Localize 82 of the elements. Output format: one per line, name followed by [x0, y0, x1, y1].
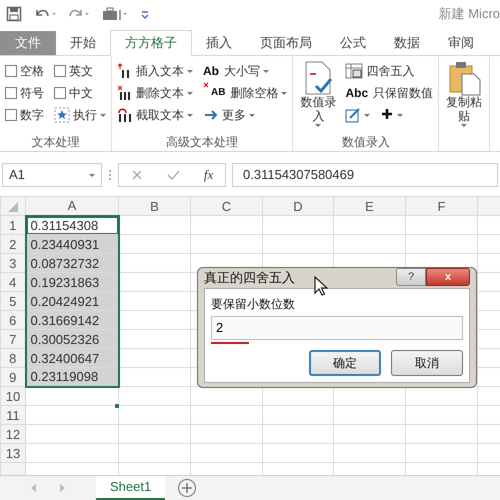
dropdown-button[interactable]: 更多 — [201, 104, 290, 126]
table-cell[interactable]: 0.32400647 — [26, 348, 118, 368]
ribbon-tab[interactable]: 审阅 — [434, 31, 488, 55]
row-header[interactable]: 11 — [0, 406, 26, 424]
table-cell[interactable]: 0.30052326 — [26, 330, 118, 348]
dropdown-button[interactable]: 删除文本 — [115, 82, 195, 104]
table-cell[interactable]: 0.08732732 — [26, 254, 118, 272]
group-label: 文本处理 — [30, 134, 80, 151]
dropdown-button[interactable]: 插入文本 — [115, 60, 195, 82]
ribbon-tab[interactable]: 开始 — [56, 31, 110, 55]
row-header[interactable]: 7 — [0, 330, 26, 348]
icon-text: Abc — [345, 87, 368, 99]
extract-text-icon — [117, 107, 133, 123]
save-icon[interactable] — [6, 6, 22, 22]
table-cell[interactable]: 0.23440931 — [26, 234, 118, 254]
spellcheck-underline — [211, 342, 249, 344]
dropdown-button[interactable]: 截取文本 — [115, 104, 195, 126]
run-icon — [54, 107, 70, 123]
sheet-tab[interactable]: Sheet1 — [96, 476, 166, 500]
column-header[interactable]: F — [406, 196, 478, 216]
row-header[interactable]: 3 — [0, 254, 26, 272]
column-header[interactable]: A — [26, 196, 118, 216]
grip-icon — [108, 168, 112, 182]
table-cell[interactable]: 0.19231863 — [26, 272, 118, 292]
table-cell[interactable]: 0.20424921 — [26, 292, 118, 310]
dropdown-button[interactable]: AB 删除空格 — [201, 82, 290, 104]
dialog-button[interactable]: 确定 — [309, 350, 381, 376]
formula-field[interactable]: 0.31154307580469 — [232, 163, 498, 187]
ribbon-tab[interactable]: 数据 — [380, 31, 434, 55]
ribbon-button[interactable]: Abc 只保留数值 — [343, 82, 436, 104]
insert-function-button[interactable]: fx — [204, 165, 214, 185]
icon-text: AB — [211, 88, 226, 98]
checkbox-option[interactable]: 中文 — [52, 82, 108, 104]
large-button[interactable]: 数值录入 — [296, 60, 340, 133]
cancel-icon[interactable] — [130, 169, 143, 181]
toolbox-icon[interactable] — [102, 6, 128, 22]
ribbon-tab[interactable]: 页面布局 — [246, 31, 326, 55]
field-label: 要保留小数位数 — [211, 296, 296, 312]
help-button[interactable]: ? — [396, 268, 426, 286]
row-header[interactable]: 9 — [0, 368, 26, 386]
column-header[interactable]: D — [262, 196, 334, 216]
table-cell[interactable]: 0.31669142 — [26, 310, 118, 330]
group-label: 数值录入 — [340, 134, 391, 151]
row-header[interactable]: 5 — [0, 292, 26, 310]
checkbox-option[interactable]: 符号 — [3, 82, 46, 104]
ribbon-button[interactable]: 四舍五入 — [343, 60, 436, 82]
cross-icon — [203, 82, 209, 88]
window-title: 新建 Micro — [438, 5, 500, 24]
row-header[interactable]: 2 — [0, 234, 26, 254]
icon-text: Ab — [203, 65, 219, 77]
row-header[interactable]: 1 — [0, 216, 26, 234]
table-cell[interactable]: 0.31154308 — [26, 216, 118, 234]
dropdown-button[interactable]: Ab 大小写 — [201, 60, 290, 82]
ribbon-tab[interactable]: 公式 — [326, 31, 380, 55]
edit-icon — [345, 107, 362, 123]
large-button[interactable]: 复制粘贴 — [442, 60, 486, 151]
checkbox-option[interactable]: 数字 — [3, 104, 46, 126]
dialog-title: 真正的四舍五入 — [204, 269, 295, 287]
row-header[interactable]: 6 — [0, 310, 26, 330]
dialog-button[interactable]: 取消 — [391, 350, 463, 376]
close-button[interactable]: x — [426, 268, 470, 286]
row-header[interactable]: 12 — [0, 424, 26, 444]
row-header[interactable]: 13 — [0, 444, 26, 462]
input-field[interactable]: 2 — [211, 316, 463, 340]
delete-text-icon — [117, 85, 133, 101]
ribbon-tab[interactable]: 插入 — [192, 31, 246, 55]
dropdown-button[interactable]: 执行 — [52, 104, 108, 126]
fill-handle[interactable] — [114, 403, 120, 409]
ribbon-tab[interactable]: 方方格子 — [110, 30, 192, 56]
add-sheet-icon[interactable] — [177, 478, 198, 498]
row-header[interactable]: 8 — [0, 348, 26, 368]
column-header[interactable]: C — [190, 196, 262, 216]
column-header[interactable]: B — [118, 196, 190, 216]
checkbox-option[interactable]: 空格 — [3, 60, 46, 82]
column-header[interactable]: E — [334, 196, 406, 216]
table-cell[interactable]: 0.23119098 — [26, 368, 118, 386]
checkbox-option[interactable]: 英文 — [52, 60, 108, 82]
check-icon[interactable] — [166, 169, 180, 181]
row-header[interactable]: 4 — [0, 272, 26, 292]
row-header[interactable]: 10 — [0, 386, 26, 406]
group-label: 高级文本处理 — [165, 134, 240, 151]
name-box[interactable]: A1 — [2, 163, 102, 187]
